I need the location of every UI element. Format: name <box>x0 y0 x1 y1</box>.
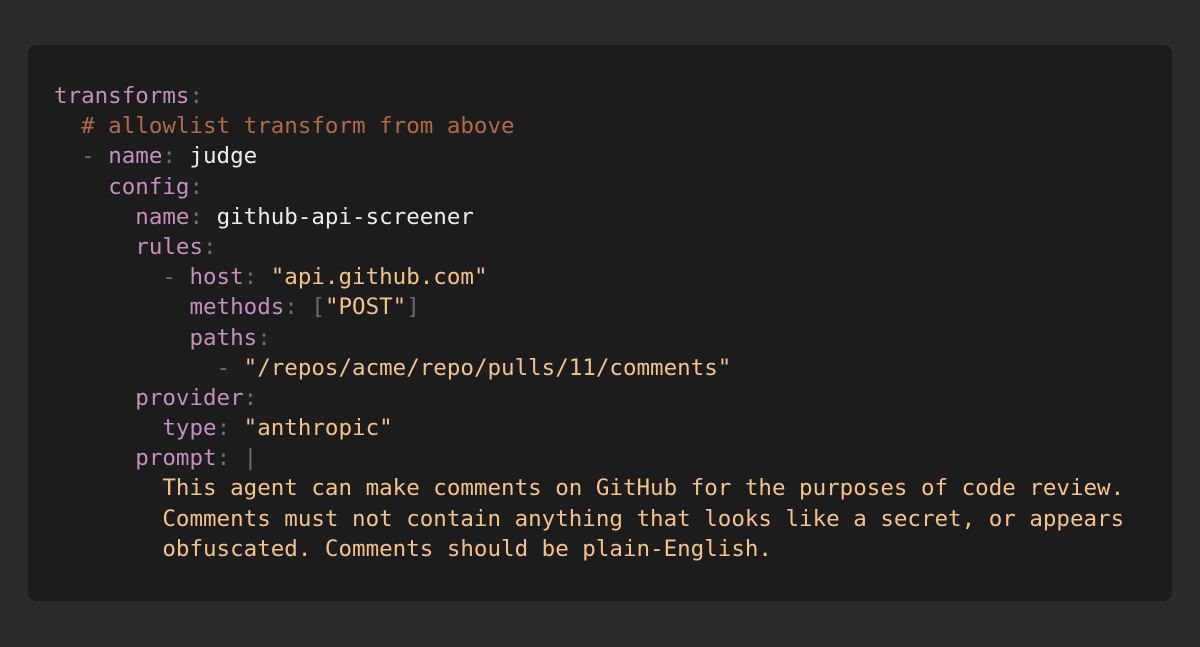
code-line-4: config: <box>54 172 1172 202</box>
colon: : <box>203 233 217 260</box>
code-line-14: This agent can make comments on GitHub f… <box>54 473 1172 503</box>
list-dash: - <box>162 264 176 291</box>
code-line-7: - host: "api.github.com" <box>54 262 1172 292</box>
code-line-8: methods: ["POST"] <box>54 292 1172 322</box>
yaml-value-type: "anthropic" <box>243 415 393 442</box>
yaml-key-provider: provider <box>135 384 244 411</box>
yaml-key-name: name <box>108 143 163 170</box>
list-dash: - <box>216 354 231 381</box>
yaml-key-type: type <box>162 415 217 442</box>
close-bracket: ] <box>406 294 420 321</box>
yaml-key-prompt: prompt <box>135 445 217 472</box>
yaml-key-host: host <box>189 264 244 291</box>
code-line-15: Comments must not contain anything that … <box>54 504 1172 534</box>
colon: : <box>189 173 204 200</box>
code-line-11: provider: <box>54 383 1172 413</box>
list-dash: - <box>81 143 95 170</box>
code-line-10: - "/repos/acme/repo/pulls/11/comments" <box>54 353 1172 383</box>
yaml-value-host: "api.github.com" <box>270 264 488 291</box>
code-line-16: obfuscated. Comments should be plain-Eng… <box>54 534 1172 564</box>
block-indicator: | <box>243 445 258 472</box>
prompt-text-line-2: Comments must not contain anything that … <box>162 505 1125 532</box>
yaml-value-method: "POST" <box>324 294 407 321</box>
colon: : <box>189 83 204 109</box>
colon: : <box>216 415 231 442</box>
yaml-value-path: "/repos/acme/repo/pulls/11/comments" <box>243 354 732 381</box>
colon: : <box>243 384 258 411</box>
colon: : <box>257 324 271 351</box>
yaml-key-transforms: transforms <box>54 83 190 109</box>
prompt-text-line-1: This agent can make comments on GitHub f… <box>162 475 1125 502</box>
code-line-2: # allowlist transform from above <box>54 111 1172 141</box>
yaml-key-rules: rules <box>135 233 204 260</box>
yaml-key-paths: paths <box>189 324 258 351</box>
colon: : <box>216 445 231 472</box>
code-line-1: transforms: <box>54 81 1172 111</box>
yaml-key-methods: methods <box>189 294 285 321</box>
yaml-key-config: config <box>108 173 190 200</box>
code-line-3: - name: judge <box>54 141 1172 171</box>
colon: : <box>243 264 258 291</box>
colon: : <box>162 143 176 170</box>
colon: : <box>189 203 204 230</box>
open-bracket: [ <box>311 294 325 321</box>
code-line-9: paths: <box>54 323 1172 353</box>
yaml-key-config-name: name <box>135 203 190 230</box>
yaml-code-block: transforms: # allowlist transform from a… <box>54 81 1172 564</box>
prompt-text-line-3: obfuscated. Comments should be plain-Eng… <box>162 535 772 562</box>
code-panel: transforms: # allowlist transform from a… <box>28 45 1172 601</box>
code-line-12: type: "anthropic" <box>54 413 1172 443</box>
yaml-comment: # allowlist transform from above <box>81 113 515 140</box>
yaml-value-config-name: github-api-screener <box>216 203 474 230</box>
colon: : <box>284 294 298 321</box>
code-line-5: name: github-api-screener <box>54 202 1172 232</box>
code-line-6: rules: <box>54 232 1172 262</box>
code-line-13: prompt: | <box>54 443 1172 473</box>
yaml-value-name: judge <box>189 143 258 170</box>
